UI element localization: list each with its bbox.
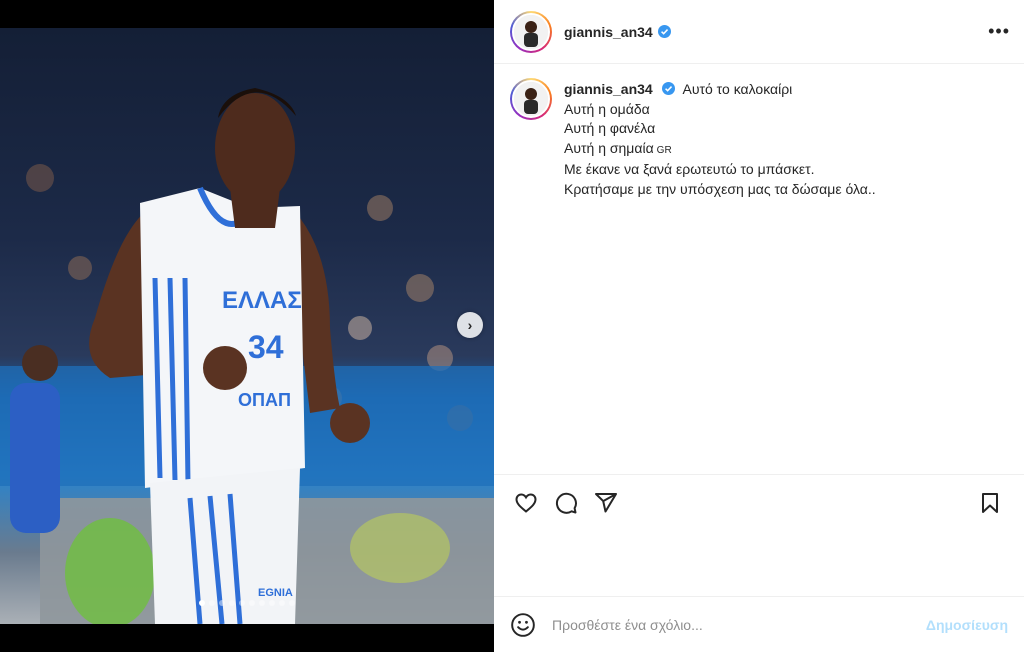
caption-line: Κρατήσαμε με την υπόσχεση μας τα δώσαμε … bbox=[564, 180, 876, 197]
jersey-text: ΕΛΛΑΣ bbox=[222, 287, 302, 314]
comment-icon bbox=[555, 492, 577, 514]
caption-avatar[interactable] bbox=[510, 78, 552, 120]
caption-username[interactable]: giannis_an34 bbox=[564, 81, 653, 97]
caption-first-line: Αυτό το καλοκαίρι bbox=[682, 81, 793, 97]
post-photo: ΕΛΛΑΣ 34 OΠΑΠ EGNIA bbox=[0, 28, 494, 624]
author-avatar[interactable] bbox=[510, 10, 552, 53]
comment-bar: Δημοσίευση bbox=[494, 596, 1024, 652]
next-slide-button[interactable]: › bbox=[457, 312, 483, 338]
carousel-dot bbox=[229, 600, 235, 606]
carousel-dot bbox=[209, 600, 215, 606]
likes-area bbox=[494, 530, 1024, 596]
verified-icon bbox=[661, 82, 675, 95]
caption-line: Αυτή η φανέλα bbox=[564, 120, 656, 136]
flag-label: GR bbox=[656, 144, 672, 156]
save-button[interactable] bbox=[970, 483, 1010, 523]
more-options-icon[interactable]: ••• bbox=[988, 21, 1010, 42]
caption-line: Αυτή η σημαία bbox=[564, 139, 654, 156]
author-username[interactable]: giannis_an34 bbox=[564, 24, 653, 40]
comment-button[interactable] bbox=[546, 483, 586, 523]
heart-icon bbox=[515, 492, 537, 513]
bookmark-icon bbox=[982, 492, 998, 513]
caption-line: Αυτή η ομάδα bbox=[564, 100, 650, 117]
carousel-dot bbox=[249, 600, 255, 606]
like-button[interactable] bbox=[506, 483, 546, 523]
carousel-dot bbox=[199, 600, 205, 606]
caption-line: Με έκανε να ξανά ερωτευτώ το μπάσκετ. bbox=[564, 161, 815, 177]
post-caption: giannis_an34 Αυτό το καλοκαίρι Αυτή η ομ… bbox=[494, 64, 1024, 474]
verified-icon bbox=[657, 25, 671, 38]
share-button[interactable] bbox=[586, 483, 626, 523]
post-comment-button[interactable]: Δημοσίευση bbox=[926, 617, 1008, 633]
carousel-dot bbox=[279, 600, 285, 606]
emoji-icon[interactable] bbox=[510, 612, 536, 638]
carousel-dot bbox=[259, 600, 265, 606]
caption-text: giannis_an34 Αυτό το καλοκαίρι Αυτή η ομ… bbox=[564, 80, 876, 460]
carousel-dot bbox=[289, 600, 295, 606]
carousel-dot bbox=[219, 600, 225, 606]
post-header: giannis_an34 ••• bbox=[494, 0, 1024, 64]
media-viewer: ΕΛΛΑΣ 34 OΠΑΠ EGNIA › bbox=[0, 0, 494, 652]
post-details-panel: giannis_an34 ••• giannis_an34 Αυτό το κα… bbox=[494, 0, 1024, 652]
post-actions bbox=[494, 474, 1024, 530]
jersey-sponsor: OΠΑΠ bbox=[238, 390, 291, 410]
comment-input[interactable] bbox=[552, 616, 918, 633]
basketball-player-image: ΕΛΛΑΣ 34 OΠΑΠ EGNIA bbox=[0, 88, 494, 624]
carousel-dot bbox=[239, 600, 245, 606]
shorts-text: EGNIA bbox=[258, 587, 293, 599]
share-icon bbox=[595, 492, 617, 512]
carousel-indicators bbox=[0, 600, 494, 606]
post-modal: ΕΛΛΑΣ 34 OΠΑΠ EGNIA › giannis_an34 ••• g… bbox=[0, 0, 1024, 652]
jersey-number: 34 bbox=[248, 329, 284, 365]
chevron-right-icon: › bbox=[467, 317, 473, 333]
carousel-dot bbox=[269, 600, 275, 606]
